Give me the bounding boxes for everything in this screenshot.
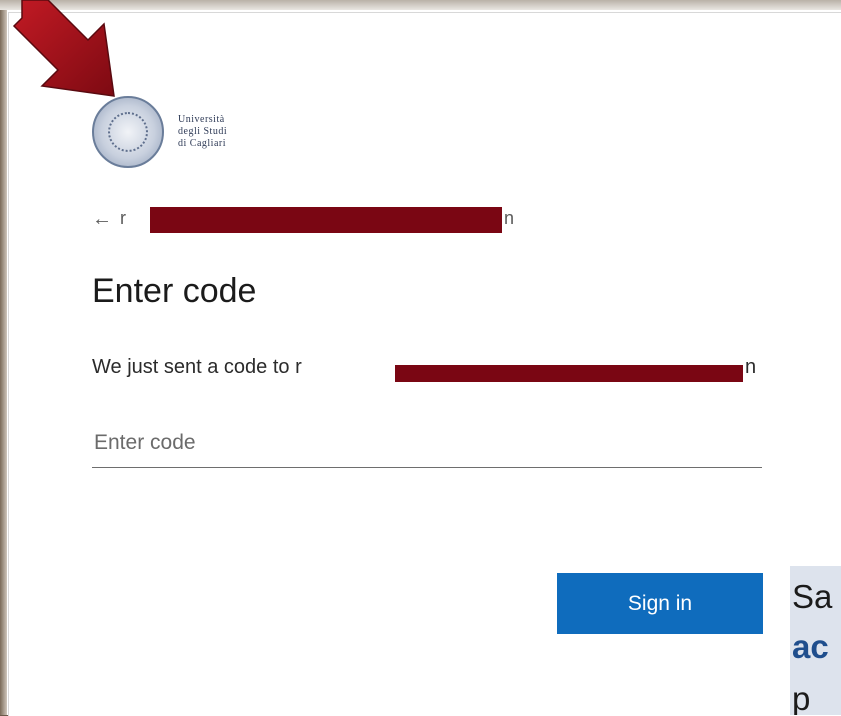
logo-line-3: di Cagliari — [178, 138, 226, 149]
screenshot-frame: Università degli Studi di Cagliari ← r n… — [0, 0, 841, 716]
code-sent-message-end: n — [745, 356, 757, 378]
side-note-line-2: ac — [792, 628, 829, 665]
logo-line-1: Università — [178, 114, 225, 125]
side-note-line-3: p — [792, 680, 811, 715]
email-redaction — [395, 365, 743, 382]
account-end: n — [504, 208, 515, 228]
side-note-panel: Sa ac p — [790, 566, 841, 715]
account-start: r — [120, 208, 126, 228]
back-arrow-icon[interactable]: ← — [92, 209, 112, 229]
logo-line-2: degli Studi — [178, 126, 228, 137]
page-title: Enter code — [92, 272, 257, 310]
university-name: Università degli Studi di Cagliari — [178, 114, 227, 150]
code-input[interactable] — [92, 424, 762, 468]
pointer-arrow-icon — [12, 0, 115, 97]
code-sent-message: We just sent a code to r — [92, 356, 302, 378]
sign-in-button[interactable]: Sign in — [557, 573, 763, 634]
account-identifier: r — [120, 208, 126, 229]
side-note-line-1: Sa — [792, 578, 833, 615]
account-redaction — [150, 207, 502, 233]
account-row: ← r — [92, 208, 126, 229]
